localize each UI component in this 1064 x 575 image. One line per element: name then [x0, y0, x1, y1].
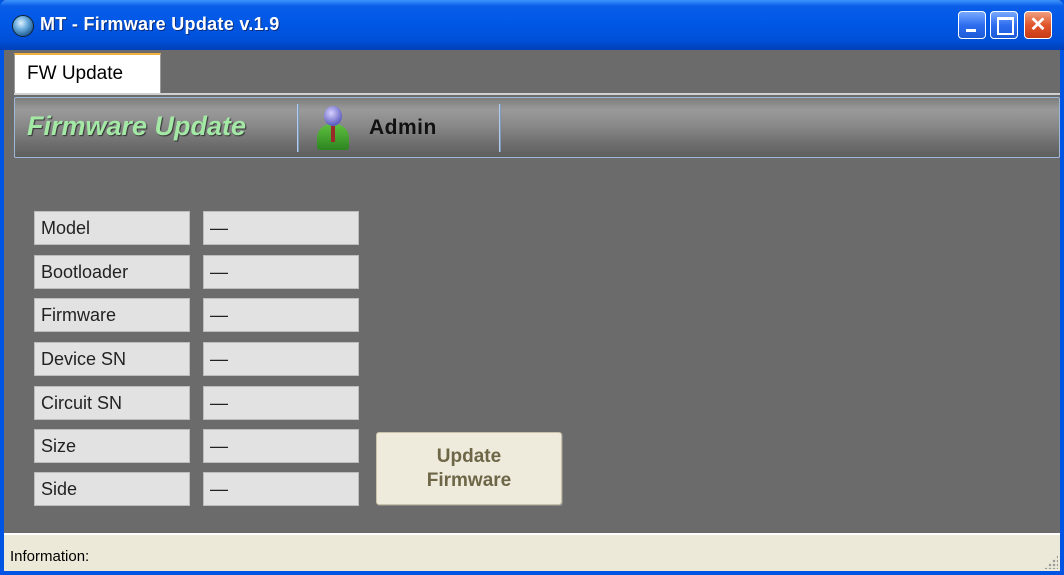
label-text: Circuit SN — [41, 393, 123, 413]
user-icon — [315, 104, 351, 152]
field-label-size: Size — [34, 429, 190, 463]
field-label-device-sn: Device SN — [34, 342, 190, 376]
label-text: Bootloader — [41, 262, 129, 282]
close-icon: ✕ — [1029, 14, 1047, 36]
tab-divider — [14, 93, 1060, 95]
label-text: Model — [41, 218, 91, 238]
label-text: Firmware — [41, 305, 116, 325]
close-button[interactable]: ✕ — [1024, 11, 1052, 39]
resize-grip-icon[interactable] — [1044, 555, 1058, 569]
value-text: — — [210, 436, 228, 456]
globe-icon[interactable] — [12, 15, 34, 37]
field-label-bootloader: Bootloader — [34, 255, 190, 289]
header-divider — [297, 104, 299, 152]
field-value-bootloader: — — [203, 255, 359, 289]
tab-fw-update[interactable]: FW Update — [14, 53, 161, 93]
field-value-model: — — [203, 211, 359, 245]
value-text: — — [210, 479, 228, 499]
field-label-side: Side — [34, 472, 190, 506]
label-text: Side — [41, 479, 78, 499]
field-label-circuit-sn: Circuit SN — [34, 386, 190, 420]
value-text: — — [210, 305, 228, 325]
window-title: MT - Firmware Update v.1.9 — [40, 14, 280, 34]
update-firmware-button[interactable]: Update Firmware — [376, 432, 562, 505]
field-label-model: Model — [34, 211, 190, 245]
status-bar: Information: — [4, 533, 1060, 571]
field-value-side: — — [203, 472, 359, 506]
status-label: Information: — [10, 548, 90, 565]
field-value-device-sn: — — [203, 342, 359, 376]
header-divider — [499, 104, 501, 152]
header-bar: Firmware Update Admin — [14, 97, 1060, 158]
minimize-button[interactable] — [958, 11, 986, 39]
value-text: — — [210, 393, 228, 413]
label-text: Size — [41, 436, 77, 456]
field-value-circuit-sn: — — [203, 386, 359, 420]
title-bar[interactable]: MT - Firmware Update v.1.9 ✕ — [0, 0, 1064, 50]
button-label-line2: Firmware — [426, 470, 512, 491]
value-text: — — [210, 349, 228, 369]
value-text: — — [210, 218, 228, 238]
tab-strip: FW Update — [4, 50, 1060, 96]
page-title: Firmware Update — [27, 111, 247, 141]
field-value-firmware: — — [203, 298, 359, 332]
button-label-line1: Update — [436, 446, 502, 467]
maximize-button[interactable] — [990, 11, 1018, 39]
tab-label: FW Update — [27, 63, 124, 84]
value-text: — — [210, 262, 228, 282]
app-window: MT - Firmware Update v.1.9 ✕ FW Update F… — [0, 0, 1064, 575]
field-label-firmware: Firmware — [34, 298, 190, 332]
label-text: Device SN — [41, 349, 127, 369]
field-value-size: — — [203, 429, 359, 463]
user-name: Admin — [369, 116, 437, 139]
